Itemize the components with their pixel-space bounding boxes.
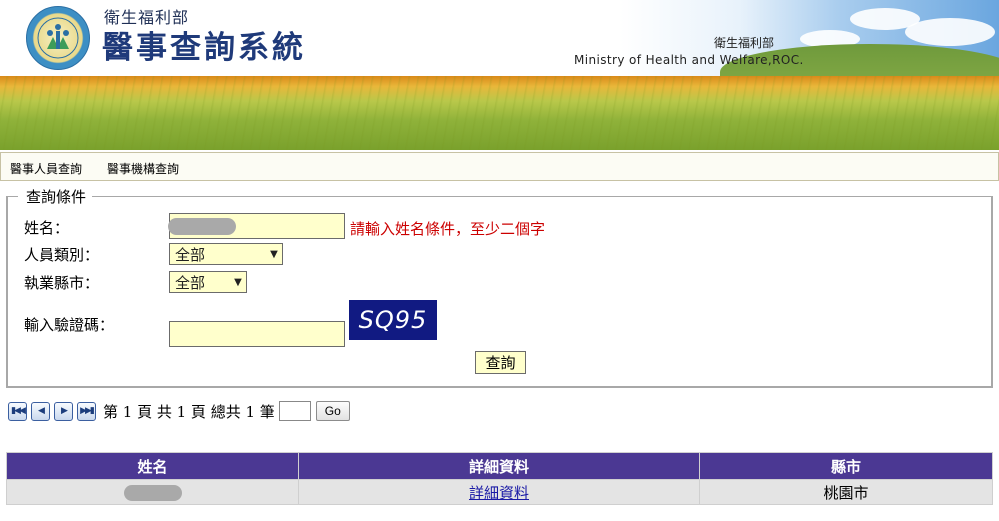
column-header-name: 姓名 [6,452,299,480]
cell-city: 桃園市 [699,479,993,505]
name-redacted-blur [168,218,236,235]
name-redacted-blur [123,485,182,501]
chevron-down-icon: ▼ [270,248,278,260]
pager-summary: 第 1 頁 共 1 頁 總共 1 筆 [103,402,275,421]
banner-flower-field [0,76,999,150]
ministry-logo [26,6,90,70]
query-legend: 查詢條件 [26,188,87,206]
practice-city-selected: 全部 [175,273,206,292]
prev-page-icon[interactable]: ◀ [31,401,50,421]
table-row: 詳細資料 桃園市 [6,479,993,505]
go-button[interactable]: Go [315,401,350,421]
column-header-detail: 詳細資料 [298,452,700,480]
table-header-row: 姓名 詳細資料 縣市 [6,452,993,480]
query-fieldset: 查詢條件 姓名： 請輸入姓名條件，至少二個字 人員類別： 全部 ▼ 執業縣市： … [6,188,993,388]
personnel-type-select[interactable]: 全部 ▼ [169,243,283,265]
page-number-input[interactable] [278,401,311,421]
search-button[interactable]: 查詢 [475,351,526,374]
ministry-logo-icon [37,17,79,59]
header-banner: 衛生福利部 醫事查詢系統 衛生福利部 Ministry of Health an… [0,0,999,150]
banner-cloud [905,18,995,46]
cell-name [6,479,299,505]
personnel-type-selected: 全部 [175,245,206,264]
nav-item-personnel-search[interactable]: 醫事人員查詢 [10,160,82,177]
ministry-name-chinese: 衛生福利部 [714,36,775,50]
personnel-type-label: 人員類別： [24,246,100,264]
practice-city-select[interactable]: 全部 ▼ [169,271,247,293]
chevron-down-icon: ▼ [234,276,242,288]
next-page-icon[interactable]: ▶ [54,401,73,421]
nav-item-institution-search[interactable]: 醫事機構查詢 [107,160,179,177]
first-page-icon[interactable]: ▮◀◀ [8,401,27,421]
last-page-icon[interactable]: ▶▶▮ [77,401,96,421]
top-nav: 醫事人員查詢 醫事機構查詢 [0,152,999,181]
captcha-label: 輸入驗證碼： [24,316,115,334]
practice-city-label: 執業縣市： [24,274,100,292]
detail-link[interactable]: 詳細資料 [469,484,529,502]
pager: ▮◀◀ ◀ ▶ ▶▶▮ 第 1 頁 共 1 頁 總共 1 筆 Go [8,400,350,422]
results-table: 姓名 詳細資料 縣市 詳細資料 桃園市 [6,452,993,505]
name-label: 姓名： [24,219,70,237]
system-title: 醫事查詢系統 [102,30,306,66]
ministry-name-english: Ministry of Health and Welfare,ROC. [574,53,804,67]
captcha-input[interactable] [169,321,345,347]
name-hint: 請輸入姓名條件，至少二個字 [350,220,546,238]
column-header-city: 縣市 [699,452,993,480]
cell-detail: 詳細資料 [298,479,700,505]
captcha-image: SQ95 [349,300,437,340]
